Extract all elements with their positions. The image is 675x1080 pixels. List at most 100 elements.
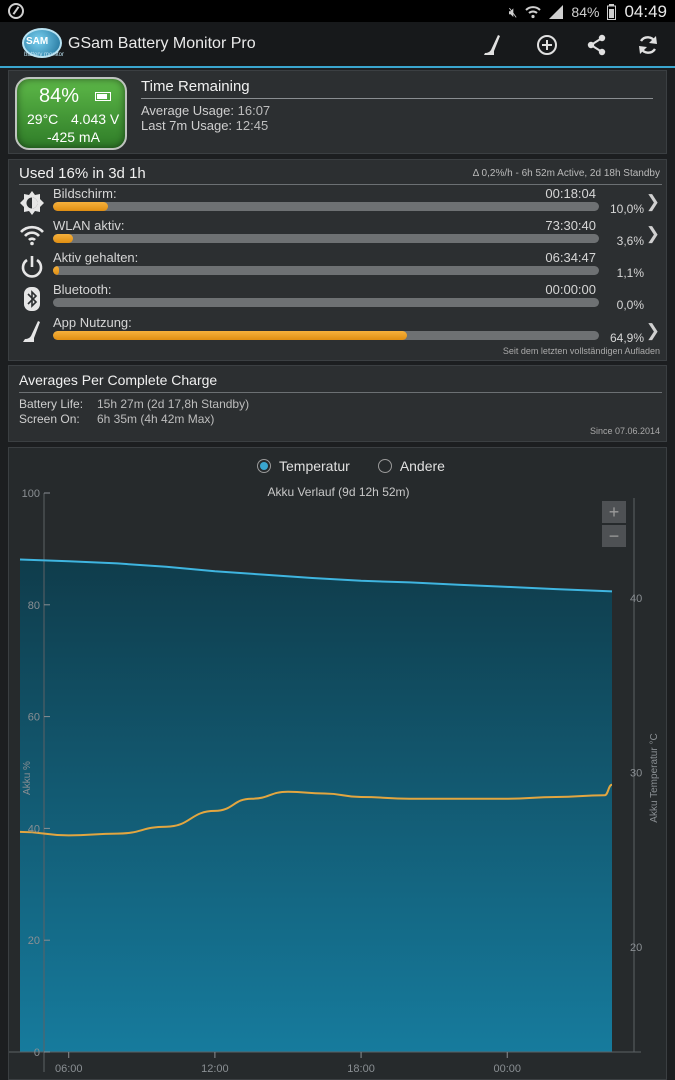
compass-icon <box>8 3 24 19</box>
zoom-in-button[interactable]: + <box>602 501 626 523</box>
row-value: 12:45 <box>235 118 269 133</box>
usage-row-wifi[interactable]: WLAN aktiv: 73:30:40 3,6% ❯ <box>9 218 668 250</box>
screen-brightness-icon <box>20 191 44 215</box>
zoom-out-button[interactable]: − <box>602 525 626 547</box>
since-date: Since 07.06.2014 <box>589 426 660 436</box>
averages-panel[interactable]: Averages Per Complete Charge Battery Lif… <box>8 365 667 442</box>
usage-bar <box>53 298 599 307</box>
usage-label: Aktiv gehalten: <box>53 250 139 265</box>
logo-text: SAM <box>26 36 49 47</box>
y-tick-label: 0 <box>34 1047 40 1059</box>
chevron-right-icon[interactable]: ❯ <box>646 224 660 244</box>
logo-subtext: battery monitor <box>24 52 65 58</box>
usage-percent: 10,0% <box>609 202 644 216</box>
app-usage-icon <box>484 35 500 55</box>
usage-row-screen[interactable]: Bildschirm: 00:18:04 10,0% ❯ <box>9 186 668 218</box>
usage-label: App Nutzung: <box>53 315 132 330</box>
usage-time: 73:30:40 <box>545 218 596 233</box>
x-tick-label: 00:00 <box>493 1063 521 1075</box>
add-circle-icon <box>537 35 557 55</box>
status-bar: 🔇︎ 84% 04:49 <box>0 0 675 22</box>
usage-footer: Seit dem letzten vollständigen Aufladen <box>502 346 660 356</box>
battery-summary-panel[interactable]: 84% 29°C 4.043 V -425 mA Time Remaining … <box>8 70 667 154</box>
usage-panel: Used 16% in 3d 1h Δ 0,2%/h - 6h 52m Acti… <box>8 159 667 361</box>
refresh-icon <box>639 36 657 54</box>
battery-icon <box>95 92 111 101</box>
x-tick-label: 06:00 <box>55 1063 83 1075</box>
power-icon <box>21 256 43 278</box>
y2-tick-label: 40 <box>630 593 642 605</box>
usage-label: WLAN aktiv: <box>53 218 125 233</box>
chevron-right-icon[interactable]: ❯ <box>646 192 660 212</box>
usage-bar <box>53 202 599 211</box>
row-label: Battery Life: <box>19 397 84 411</box>
y-tick-label: 60 <box>28 712 40 724</box>
usage-time: 00:18:04 <box>545 186 596 201</box>
usage-percent: 64,9% <box>609 331 644 345</box>
bluetooth-icon <box>24 287 40 311</box>
clock: 04:49 <box>624 2 667 21</box>
row-value: 6h 35m (4h 42m Max) <box>97 412 215 426</box>
usage-title: Used 16% in 3d 1h <box>19 165 146 182</box>
usage-time: 00:00:00 <box>545 282 596 297</box>
row-value: 15h 27m (2d 17,8h Standby) <box>97 397 250 411</box>
mute-icon: 🔇︎ <box>508 3 518 20</box>
usage-label: Bildschirm: <box>53 186 117 201</box>
usage-label: Bluetooth: <box>53 282 112 297</box>
app-usage-button[interactable] <box>478 30 508 60</box>
usage-bar-fill <box>53 331 408 340</box>
usage-time: 06:34:47 <box>545 250 596 265</box>
usage-percent: 1,1% <box>616 266 644 280</box>
battery-percent: 84% <box>39 85 80 107</box>
averages-row: Screen On: 6h 35m (4h 42m Max) <box>19 412 214 426</box>
battery-status-badge[interactable]: 84% 29°C 4.043 V -425 mA <box>15 77 127 150</box>
y2-tick-label: 30 <box>630 768 642 780</box>
usage-percent: 3,6% <box>616 234 644 248</box>
time-remaining-row: Average Usage: 16:07 <box>141 103 270 118</box>
history-chart[interactable]: 0 20 40 60 80 100 20 30 40 06:00 12:00 18:00 00:00 Ak… <box>9 448 668 1080</box>
app-logo[interactable]: SAM battery monitor <box>22 28 66 60</box>
y-tick-label: 20 <box>28 935 40 947</box>
refresh-button[interactable] <box>633 30 663 60</box>
averages-title: Averages Per Complete Charge <box>19 372 218 388</box>
y-axis-label: Akku % <box>22 761 33 795</box>
y-tick-label: 80 <box>28 600 40 612</box>
status-icons: 🔇︎ 84% 04:49 <box>509 2 667 22</box>
chevron-right-icon[interactable]: ❯ <box>646 321 660 341</box>
battery-current: -425 mA <box>47 129 100 145</box>
usage-info: Δ 0,2%/h - 6h 52m Active, 2d 18h Standby <box>472 168 660 179</box>
app-title: GSam Battery Monitor Pro <box>68 35 256 52</box>
usage-percent: 0,0% <box>616 298 644 312</box>
time-remaining-row: Last 7m Usage: 12:45 <box>141 118 268 133</box>
wifi-status-icon <box>525 6 542 19</box>
usage-row-bluetooth[interactable]: Bluetooth: 00:00:00 0,0% <box>9 282 668 314</box>
x-tick-label: 18:00 <box>347 1063 375 1075</box>
add-button[interactable] <box>532 30 562 60</box>
battery-status-text: 84% <box>571 4 600 20</box>
time-remaining-title: Time Remaining <box>141 78 250 95</box>
battery-temperature: 29°C <box>27 111 59 127</box>
signal-icon <box>549 5 564 19</box>
share-button[interactable] <box>582 30 612 60</box>
usage-row-apps[interactable]: App Nutzung: 64,9% ❯ <box>9 315 668 347</box>
share-icon <box>587 34 606 56</box>
y-tick-label: 100 <box>22 488 40 500</box>
row-label: Last 7m Usage: <box>141 118 233 133</box>
battery-area <box>20 559 612 1052</box>
row-label: Average Usage: <box>141 103 234 118</box>
row-label: Screen On: <box>19 412 80 426</box>
divider <box>19 392 662 393</box>
usage-bar <box>53 331 599 340</box>
usage-bar-fill <box>53 234 73 243</box>
usage-bar-fill <box>53 202 108 211</box>
usage-row-awake[interactable]: Aktiv gehalten: 06:34:47 1,1% <box>9 250 668 282</box>
usage-bar <box>53 234 599 243</box>
averages-row: Battery Life: 15h 27m (2d 17,8h Standby) <box>19 397 249 411</box>
divider <box>19 184 662 185</box>
usage-bar <box>53 266 599 275</box>
action-bar: SAM battery monitor GSam Battery Monitor… <box>0 22 675 68</box>
app-usage-icon <box>23 321 40 342</box>
y2-axis-label: Akku Temperatur °C <box>649 733 660 822</box>
history-chart-panel: Temperatur Andere Akku Verlauf (9d 12h 5… <box>8 447 667 1080</box>
usage-bar-fill <box>53 266 59 275</box>
